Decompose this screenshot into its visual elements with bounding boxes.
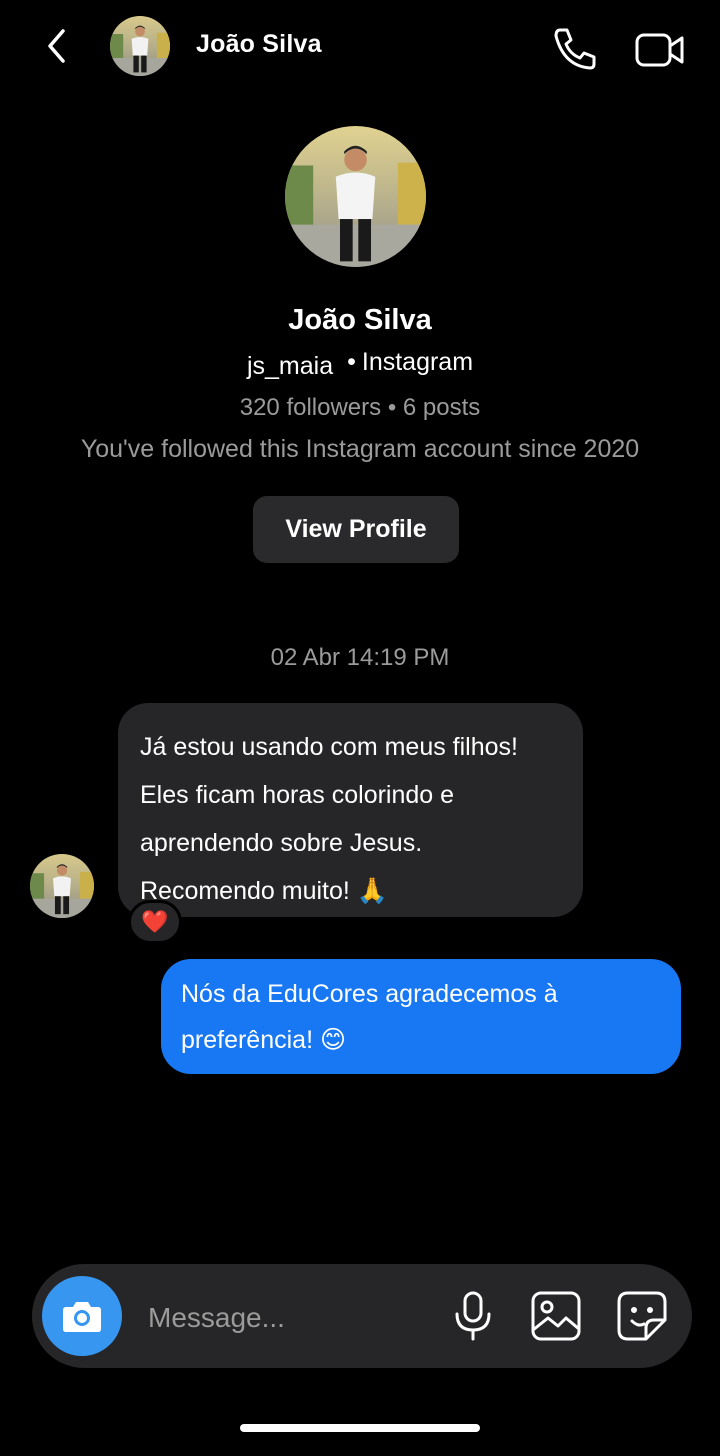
sticker-icon <box>617 1291 667 1341</box>
voice-message-button[interactable] <box>452 1290 494 1342</box>
message-timestamp: 02 Abr 14:19 PM <box>270 644 450 671</box>
heart-reaction[interactable]: ❤️ <box>128 900 182 944</box>
gallery-button[interactable] <box>528 1288 584 1344</box>
message-composer <box>32 1264 692 1368</box>
camera-icon <box>63 1302 101 1332</box>
profile-avatar[interactable] <box>285 126 426 267</box>
profile-name: João Silva <box>288 304 432 336</box>
avatar-photo <box>110 16 170 76</box>
profile-stats: 320 followers • 6 posts <box>239 394 481 421</box>
contact-name[interactable]: João Silva <box>196 30 322 59</box>
image-gallery-icon <box>531 1291 581 1341</box>
profile-subtitle: js_maia • Instagram <box>0 348 720 380</box>
home-indicator[interactable] <box>240 1424 480 1432</box>
profile-username: js_maia <box>246 352 334 380</box>
heart-icon: ❤️ <box>141 909 169 934</box>
sender-avatar[interactable] <box>30 854 94 918</box>
audio-call-button[interactable] <box>550 24 602 72</box>
avatar-photo <box>30 854 94 918</box>
sticker-button[interactable] <box>614 1288 670 1344</box>
view-profile-button[interactable]: View Profile <box>253 496 459 563</box>
video-call-button[interactable] <box>634 30 686 70</box>
header-avatar[interactable] <box>110 16 170 76</box>
message-input[interactable] <box>148 1298 438 1338</box>
avatar-photo <box>285 126 426 267</box>
chevron-left-icon <box>48 29 65 63</box>
follow-since-text: You've followed this Instagram account s… <box>80 435 640 463</box>
profile-platform: Instagram <box>361 348 474 376</box>
incoming-message[interactable]: Já estou usando com meus filhos! Eles fi… <box>118 703 583 917</box>
phone-icon <box>554 28 596 70</box>
separator-dot: • <box>347 348 356 376</box>
back-button[interactable] <box>36 24 76 68</box>
microphone-icon <box>455 1291 491 1341</box>
video-camera-icon <box>635 33 684 67</box>
outgoing-message[interactable]: Nós da EduCores agradecemos à preferênci… <box>161 959 681 1074</box>
chat-header: João Silva <box>0 0 720 94</box>
camera-button[interactable] <box>42 1276 122 1356</box>
